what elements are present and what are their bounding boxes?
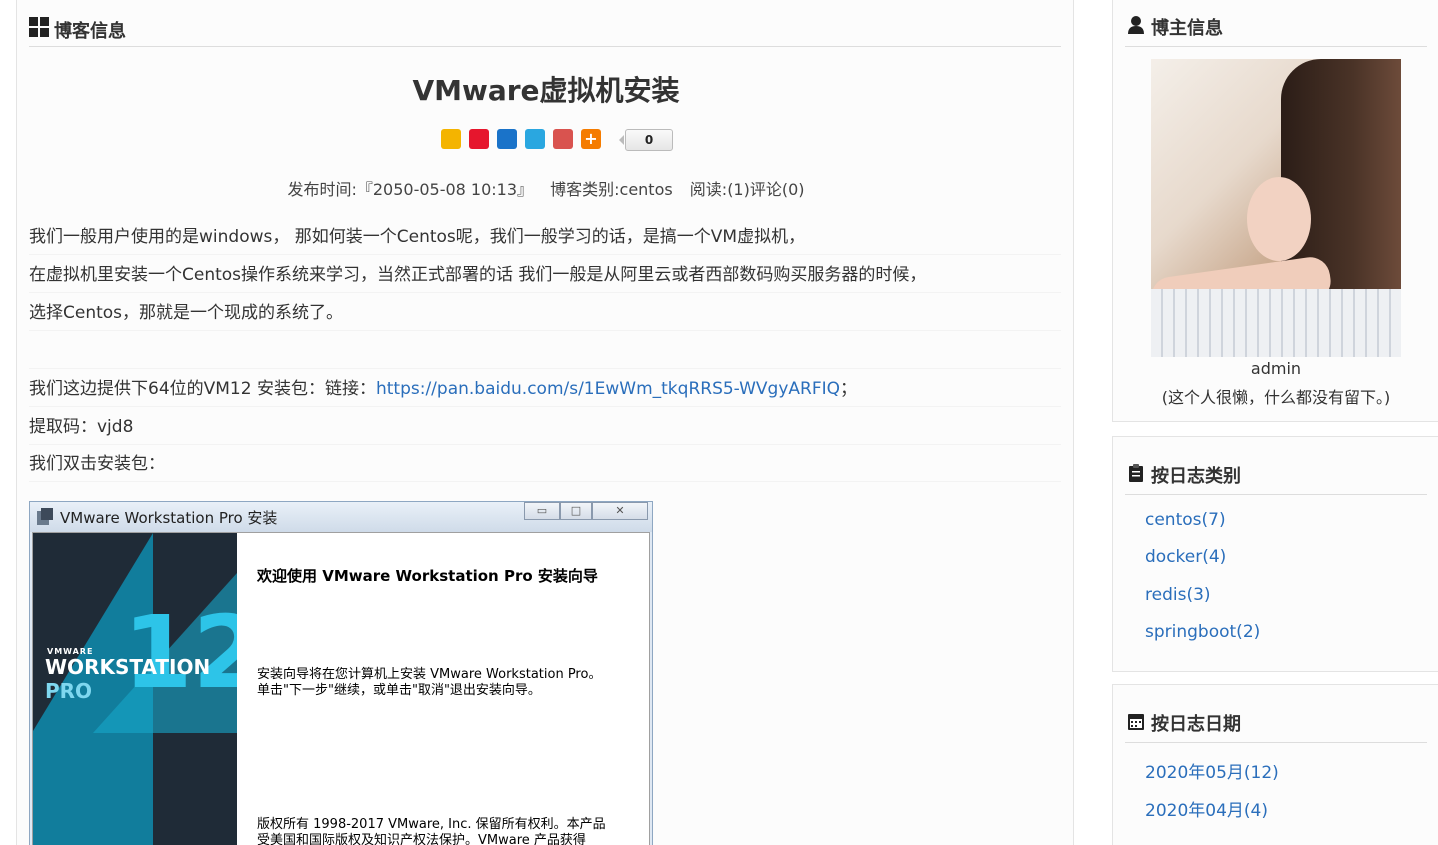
owner-description: (这个人很懒，什么都没有留下。) <box>1161 388 1391 407</box>
installer-text: 单击"下一步"继续，或单击"取消"退出安装向导。 <box>257 683 541 698</box>
owner-panel: 博主信息 admin (这个人很懒，什么都没有留下。) <box>1112 0 1438 422</box>
brand-pro: PRO <box>45 679 93 703</box>
download-link-line: 我们这边提供下64位的VM12 安装包：链接：https://pan.baidu… <box>29 371 1061 407</box>
paragraph: 我们双击安装包： <box>29 446 1061 482</box>
maximize-icon: □ <box>560 502 592 520</box>
installer-copyright: 受美国和国际版权及知识产权法保护。VMware 产品获得 <box>257 833 586 845</box>
clipboard-icon <box>1129 464 1143 482</box>
weibo-icon[interactable] <box>469 129 489 149</box>
avatar <box>1151 59 1401 357</box>
date-header: 按日志日期 <box>1125 703 1427 743</box>
tqq-icon[interactable] <box>525 129 545 149</box>
minimize-icon: ▭ <box>524 502 560 520</box>
blog-info-panel: 博客信息 VMware虚拟机安装 + 0 发布时间:『2050-05-08 10… <box>16 0 1074 845</box>
link-prefix: 我们这边提供下64位的VM12 安装包：链接： <box>29 379 376 399</box>
panel-title: 博客信息 <box>54 21 126 42</box>
installer-heading: 欢迎使用 VMware Workstation Pro 安装向导 <box>257 567 598 585</box>
installer-app-icon <box>37 508 53 525</box>
read-comment-stats: 阅读:(1)评论(0) <box>689 180 805 199</box>
user-icon <box>1128 16 1144 34</box>
date-title: 按日志日期 <box>1151 714 1241 735</box>
brand-workstation: WORKSTATION <box>45 655 211 679</box>
renren-icon[interactable] <box>497 129 517 149</box>
owner-header: 博主信息 <box>1125 7 1427 47</box>
paragraph: 选择Centos，那就是一个现成的系统了。 <box>29 295 1061 331</box>
grid-icon <box>29 17 49 37</box>
article-title: VMware虚拟机安装 <box>412 74 680 107</box>
calendar-icon <box>1128 714 1144 730</box>
extraction-code: 提取码：vjd8 <box>29 409 1061 445</box>
publish-time: 发布时间:『2050-05-08 10:13』 <box>287 180 534 199</box>
blog-category: 博客类别:centos <box>550 180 673 199</box>
paragraph: 我们一般用户使用的是windows， 那如何装一个Centos呢，我们一般学习的… <box>29 219 1061 255</box>
link-suffix: ； <box>840 379 858 399</box>
panel-header: 博客信息 <box>29 9 1061 47</box>
share-count: 0 <box>619 129 673 151</box>
qzone-icon[interactable] <box>441 129 461 149</box>
category-header: 按日志类别 <box>1125 455 1427 495</box>
category-link-redis[interactable]: redis(3) <box>1145 585 1211 605</box>
category-link-docker[interactable]: docker(4) <box>1145 547 1226 567</box>
installer-titlebar: VMware Workstation Pro 安装 ▭ □ ✕ <box>30 502 652 532</box>
category-panel: 按日志类别 centos(7) docker(4) redis(3) sprin… <box>1112 436 1438 672</box>
category-link-centos[interactable]: centos(7) <box>1145 510 1226 530</box>
installer-text: 安装向导将在您计算机上安装 VMware Workstation Pro。 <box>257 667 602 682</box>
installer-copyright: 版权所有 1998-2017 VMware, Inc. 保留所有权利。本产品 <box>257 817 606 832</box>
brand-version: 12 <box>123 594 237 711</box>
baidu-pan-link[interactable]: https://pan.baidu.com/s/1EwWm_tkqRRS5-WV… <box>376 379 840 399</box>
installer-window-title: VMware Workstation Pro 安装 <box>60 509 278 527</box>
paragraph: 在虚拟机里安装一个Centos操作系统来学习，当然正式部署的话 我们一般是从阿里… <box>29 257 1061 293</box>
owner-name: admin <box>1250 359 1302 378</box>
paragraph <box>29 333 1061 369</box>
article-meta: 发布时间:『2050-05-08 10:13』 博客类别:centos 阅读:(… <box>17 176 1075 200</box>
date-link-2020-05[interactable]: 2020年05月(12) <box>1145 758 1279 783</box>
owner-title: 博主信息 <box>1151 18 1223 39</box>
category-link-springboot[interactable]: springboot(2) <box>1145 622 1260 642</box>
installer-screenshot: VMware Workstation Pro 安装 ▭ □ ✕ 12 VMWAR… <box>29 501 653 845</box>
date-panel: 按日志日期 2020年05月(12) 2020年04月(4) <box>1112 684 1438 845</box>
installer-body: 12 VMWARE WORKSTATION PRO 欢迎使用 VMware Wo… <box>32 532 650 845</box>
tieba-icon[interactable] <box>553 129 573 149</box>
workstation-banner: 12 VMWARE WORKSTATION PRO <box>33 533 237 845</box>
close-icon: ✕ <box>592 502 648 520</box>
date-link-2020-04[interactable]: 2020年04月(4) <box>1145 796 1268 821</box>
more-share-icon[interactable]: + <box>581 129 601 149</box>
category-title: 按日志类别 <box>1151 466 1241 487</box>
